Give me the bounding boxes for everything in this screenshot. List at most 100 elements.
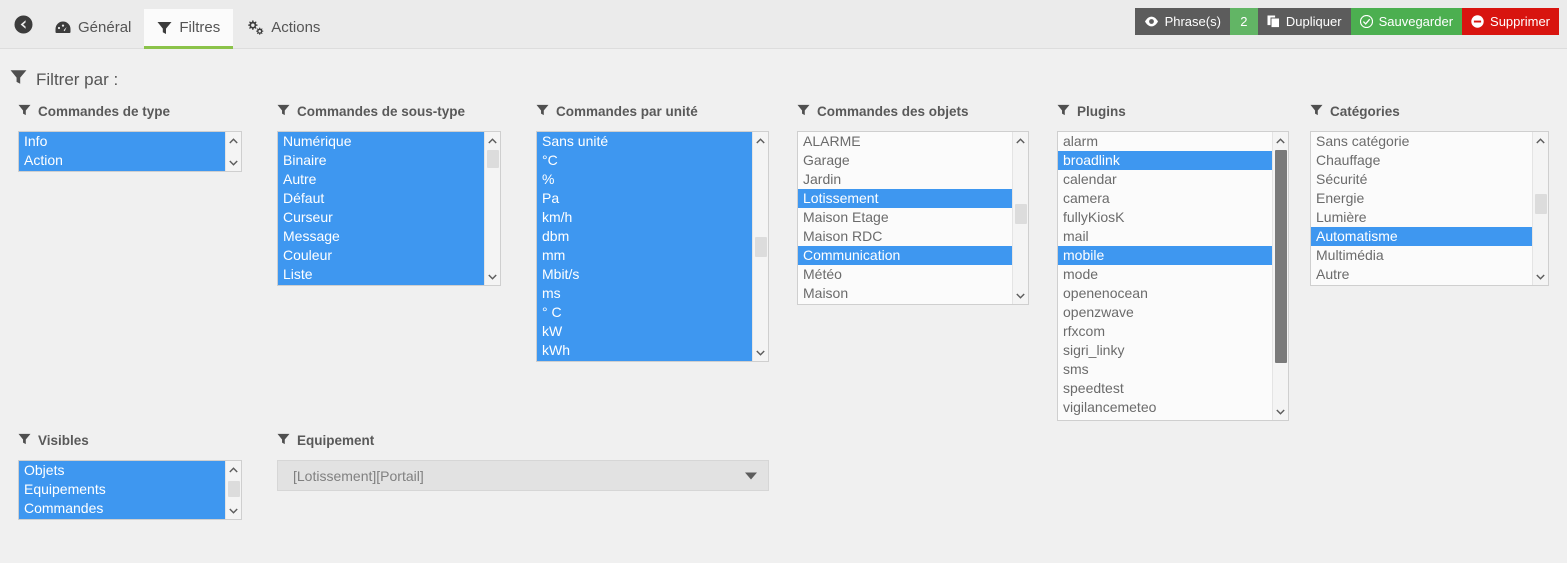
list-item[interactable]: Energie xyxy=(1311,189,1548,208)
list-item[interactable]: Liste xyxy=(278,265,500,284)
list-item[interactable]: Sécurité xyxy=(1311,170,1548,189)
scrollbar-vertical[interactable] xyxy=(1012,132,1028,304)
list-item[interactable]: Défaut xyxy=(278,189,500,208)
scroll-up-icon[interactable] xyxy=(753,132,768,149)
list-item[interactable]: vigilancemeteo xyxy=(1058,398,1288,417)
list-item[interactable]: Lumière xyxy=(1311,208,1548,227)
list-item[interactable]: mm xyxy=(537,246,768,265)
list-item[interactable]: Maison Etage xyxy=(798,208,1028,227)
delete-button[interactable]: Supprimer xyxy=(1462,8,1559,35)
listbox-commandes-par-unite[interactable]: Sans unité °C % Pa km/h dbm mm Mbit/s ms… xyxy=(536,131,769,362)
scrollbar-vertical[interactable] xyxy=(225,461,241,519)
scrollbar-vertical[interactable] xyxy=(752,132,768,361)
list-item[interactable]: Météo xyxy=(798,265,1028,284)
list-item[interactable]: Mbit/s xyxy=(537,265,768,284)
list-item[interactable]: Maison xyxy=(798,284,1028,303)
list-item[interactable]: openenocean xyxy=(1058,284,1288,303)
list-item[interactable]: alarm xyxy=(1058,132,1288,151)
list-item[interactable]: sigri_linky xyxy=(1058,341,1288,360)
list-item[interactable]: broadlink xyxy=(1058,151,1288,170)
listbox-visibles[interactable]: Objets Equipements Commandes xyxy=(18,460,242,520)
list-item[interactable]: Message xyxy=(278,227,500,246)
scroll-up-icon[interactable] xyxy=(1273,132,1288,149)
list-item[interactable]: mobile xyxy=(1058,246,1288,265)
list-item[interactable]: Objets xyxy=(19,461,241,480)
listbox-commandes-de-type[interactable]: Info Action xyxy=(18,131,242,172)
list-item[interactable]: Garage xyxy=(798,151,1028,170)
scrollbar-vertical[interactable] xyxy=(484,132,500,285)
list-item[interactable]: ALARME xyxy=(798,132,1028,151)
list-item[interactable]: Sans catégorie xyxy=(1311,132,1548,151)
list-item[interactable]: Jardin xyxy=(798,170,1028,189)
listbox-commandes-des-objets[interactable]: ALARME Garage Jardin Lotissement Maison … xyxy=(797,131,1029,305)
list-item[interactable]: Curseur xyxy=(278,208,500,227)
list-item[interactable]: ° C xyxy=(537,303,768,322)
scroll-up-icon[interactable] xyxy=(226,132,241,149)
list-item[interactable]: km/h xyxy=(537,208,768,227)
scroll-down-icon[interactable] xyxy=(753,344,768,361)
scrollbar-thumb[interactable] xyxy=(487,150,499,168)
list-item[interactable]: mode xyxy=(1058,265,1288,284)
listbox-commandes-de-sous-type[interactable]: Numérique Binaire Autre Défaut Curseur M… xyxy=(277,131,501,286)
scrollbar-thumb[interactable] xyxy=(755,237,767,257)
scroll-down-icon[interactable] xyxy=(1273,403,1288,420)
list-item[interactable]: Automatisme xyxy=(1311,227,1548,246)
scrollbar-vertical[interactable] xyxy=(225,132,241,171)
list-item[interactable]: % xyxy=(537,170,768,189)
scrollbar-vertical[interactable] xyxy=(1272,132,1288,420)
listbox-categories[interactable]: Sans catégorie Chauffage Sécurité Energi… xyxy=(1310,131,1549,286)
list-item[interactable]: Numérique xyxy=(278,132,500,151)
scroll-down-icon[interactable] xyxy=(226,154,241,171)
scrollbar-thumb[interactable] xyxy=(1015,204,1027,224)
scroll-up-icon[interactable] xyxy=(1013,132,1028,149)
scrollbar-thumb[interactable] xyxy=(1535,194,1547,214)
tab-actions[interactable]: Actions xyxy=(233,9,333,49)
scroll-up-icon[interactable] xyxy=(485,132,500,149)
list-item[interactable]: Communication xyxy=(798,246,1028,265)
list-item[interactable]: Autre xyxy=(278,170,500,189)
listbox-plugins[interactable]: alarm broadlink calendar camera fullyKio… xyxy=(1057,131,1289,421)
back-button[interactable] xyxy=(4,0,42,49)
scroll-up-icon[interactable] xyxy=(1533,132,1548,149)
list-item[interactable]: Equipements xyxy=(19,480,241,499)
list-item[interactable]: Binaire xyxy=(278,151,500,170)
list-item[interactable]: Action xyxy=(19,151,241,170)
list-item[interactable]: openzwave xyxy=(1058,303,1288,322)
list-item[interactable]: °C xyxy=(537,151,768,170)
list-item[interactable]: Lotissement xyxy=(798,189,1028,208)
scrollbar-thumb[interactable] xyxy=(228,481,240,497)
list-item[interactable]: ms xyxy=(537,284,768,303)
list-item[interactable]: sms xyxy=(1058,360,1288,379)
list-item[interactable]: fullyKiosK xyxy=(1058,208,1288,227)
list-item[interactable]: Info xyxy=(19,132,241,151)
list-item[interactable]: Autre xyxy=(1311,265,1548,284)
list-item[interactable]: kW xyxy=(537,322,768,341)
equipement-select[interactable]: [Lotissement][Portail] xyxy=(277,460,769,491)
duplicate-button[interactable]: Dupliquer xyxy=(1257,8,1351,35)
list-item[interactable]: Maison RDC xyxy=(798,227,1028,246)
scroll-up-icon[interactable] xyxy=(226,461,241,478)
list-item[interactable]: Pa xyxy=(537,189,768,208)
list-item[interactable]: calendar xyxy=(1058,170,1288,189)
scroll-down-icon[interactable] xyxy=(1533,268,1548,285)
list-item[interactable]: rfxcom xyxy=(1058,322,1288,341)
list-item[interactable]: mail xyxy=(1058,227,1288,246)
list-item[interactable]: Chauffage xyxy=(1311,151,1548,170)
list-item[interactable]: Sans unité xyxy=(537,132,768,151)
scroll-down-icon[interactable] xyxy=(226,502,241,519)
list-item[interactable]: dbm xyxy=(537,227,768,246)
list-item[interactable]: speedtest xyxy=(1058,379,1288,398)
phrases-button[interactable]: Phrase(s) xyxy=(1134,8,1230,35)
scrollbar-vertical[interactable] xyxy=(1532,132,1548,285)
list-item[interactable]: Commandes xyxy=(19,499,241,518)
tab-filtres[interactable]: Filtres xyxy=(144,9,234,49)
scrollbar-thumb[interactable] xyxy=(1275,150,1287,363)
list-item[interactable]: Couleur xyxy=(278,246,500,265)
list-item[interactable]: kWh xyxy=(537,341,768,360)
scroll-down-icon[interactable] xyxy=(1013,287,1028,304)
list-item[interactable]: camera xyxy=(1058,189,1288,208)
tab-general[interactable]: Général xyxy=(42,9,144,49)
save-button[interactable]: Sauvegarder xyxy=(1350,8,1463,35)
scroll-down-icon[interactable] xyxy=(485,268,500,285)
list-item[interactable]: Multimédia xyxy=(1311,246,1548,265)
